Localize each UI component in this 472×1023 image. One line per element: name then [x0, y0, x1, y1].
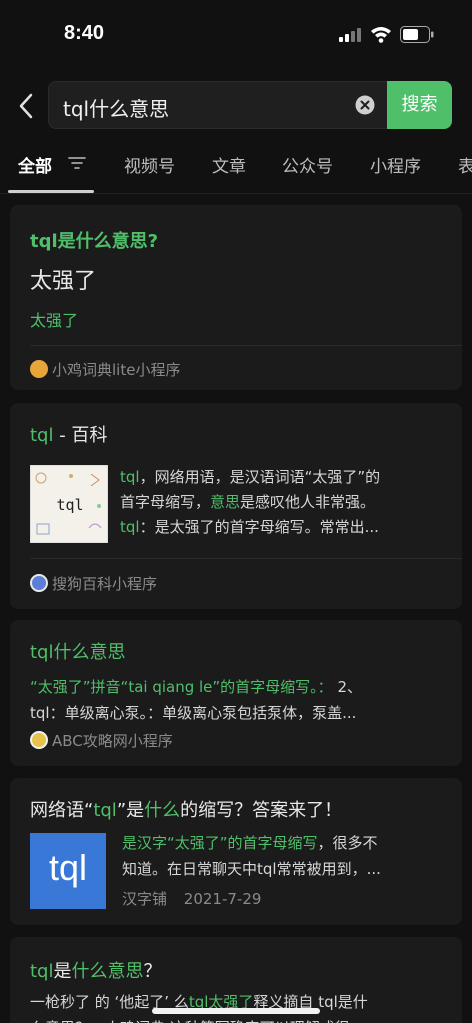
snippet-text: 首字母缩写， — [120, 493, 211, 511]
result-title[interactable]: tql是什么意思？ — [30, 957, 161, 983]
snippet-text: 知道。在日常聊天中tql常常被用到，... — [122, 860, 381, 878]
snippet-text: 么意思？ - 小鸡词典 这种简写确实可以理解成很 — [30, 1015, 460, 1023]
search-button[interactable]: 搜索 — [387, 81, 452, 129]
tab-official-accounts[interactable]: 公众号 — [282, 152, 333, 177]
tab-channels[interactable]: 视频号 — [124, 152, 175, 177]
snippet-highlight: tql — [120, 468, 140, 486]
divider — [30, 345, 462, 346]
source-label: 汉字铺 — [122, 890, 168, 908]
thumbnail-text: tql — [56, 496, 84, 514]
result-snippet: 是汉字“太强了”的首字母缩写，很多不 知道。在日常聊天中tql常常被用到，... — [122, 830, 457, 882]
filter-icon[interactable] — [68, 156, 86, 170]
active-tab-indicator — [8, 190, 94, 193]
snippet-highlight: “太强了”拼音“tai qiang le”的首字母缩写。： — [30, 678, 333, 696]
title-text: ？ — [143, 961, 162, 982]
clear-icon[interactable] — [355, 95, 375, 115]
encyclopedia-thumbnail: tql — [30, 465, 108, 543]
title-highlight: tql — [30, 961, 54, 982]
result-snippet: 一枪秒了 的 ‘他起了’ 么tql太强了释义摘自 tql是什 么意思？ - 小鸡… — [30, 989, 460, 1023]
result-source[interactable]: ABC攻略网小程序 — [30, 730, 173, 751]
result-source[interactable]: 汉字铺 2021-7-29 — [122, 888, 261, 909]
result-source[interactable]: 小鸡词典lite小程序 — [30, 359, 180, 380]
result-card-4[interactable]: 网络语“tql”是什么的缩写？答案来了！ tql 是汉字“太强了”的首字母缩写，… — [10, 778, 462, 925]
title-highlight: 什么意思 — [71, 961, 144, 982]
title-text: 的缩写？答案来了！ — [180, 800, 343, 821]
sogou-baike-icon — [30, 574, 48, 592]
title-rest: - 百科 — [53, 425, 108, 446]
cellular-signal-icon — [339, 28, 361, 42]
result-answer-sub: 太强了 — [30, 311, 79, 330]
tab-all[interactable]: 全部 — [18, 152, 52, 177]
snippet-text: 是感叹他人非常强。 — [240, 493, 376, 511]
snippet-highlight: 是汉字“太强了”的首字母缩写 — [122, 834, 318, 852]
source-label: 小鸡词典lite小程序 — [52, 361, 181, 379]
wifi-icon — [371, 27, 391, 43]
result-title[interactable]: tql - 百科 — [30, 421, 107, 447]
search-input-value[interactable]: tql什么意思 — [63, 93, 169, 122]
status-time: 8:40 — [64, 22, 105, 44]
tab-mini-programs[interactable]: 小程序 — [370, 152, 421, 177]
search-bar: tql什么意思 搜索 — [0, 81, 472, 131]
result-card-3[interactable]: tql什么意思 “太强了”拼音“tai qiang le”的首字母缩写。： 2、… — [10, 620, 462, 766]
result-snippet: tql，网络用语，是汉语词语“太强了”的 首字母缩写，意思是感叹他人非常强。 t… — [120, 465, 455, 540]
title-text: 是 — [53, 961, 72, 982]
title-highlight: tql — [30, 425, 54, 446]
result-card-1[interactable]: tql是什么意思? 太强了 太强了 小鸡词典lite小程序 — [10, 205, 462, 390]
title-highlight: tql — [93, 800, 117, 821]
result-title[interactable]: tql是什么意思? — [30, 227, 158, 253]
title-text: 网络语“ — [30, 800, 94, 821]
status-bar: 8:40 — [0, 0, 472, 70]
snippet-text: ：是太强了的首字母缩写。常常出... — [139, 518, 379, 536]
filter-tabs: 全部 视频号 文章 公众号 小程序 表 — [0, 148, 472, 194]
divider — [30, 558, 462, 559]
result-source[interactable]: 搜狗百科小程序 — [30, 573, 157, 594]
snippet-text: tql：单级离心泵。：单级离心泵包括泵体，泵盖... — [30, 704, 357, 722]
snippet-highlight: tql — [120, 518, 140, 536]
result-title[interactable]: 网络语“tql”是什么的缩写？答案来了！ — [30, 796, 342, 822]
snippet-text: ，网络用语，是汉语词语“太强了”的 — [139, 468, 381, 486]
tab-articles[interactable]: 文章 — [212, 152, 246, 177]
search-input[interactable]: tql什么意思 — [48, 81, 388, 129]
tab-more[interactable]: 表 — [458, 152, 472, 177]
chick-app-icon — [30, 360, 48, 378]
snippet-highlight: 意思 — [210, 493, 241, 511]
snippet-text: 2、 — [332, 678, 362, 696]
result-card-2[interactable]: tql - 百科 tql tql，网络用语，是汉语词语“太强了”的 首字母缩写，… — [10, 403, 462, 609]
snippet-text: ，很多不 — [317, 834, 378, 852]
battery-icon — [400, 26, 434, 43]
title-highlight: 什么 — [144, 800, 181, 821]
source-label: 搜狗百科小程序 — [52, 575, 158, 593]
thumbnail-text: tql — [48, 847, 88, 888]
source-label: ABC攻略网小程序 — [52, 732, 173, 750]
abc-guide-icon — [30, 731, 48, 749]
article-thumbnail: tql — [30, 833, 106, 909]
result-title[interactable]: tql什么意思 — [30, 638, 125, 664]
home-indicator[interactable] — [152, 1008, 320, 1014]
result-snippet: “太强了”拼音“tai qiang le”的首字母缩写。： 2、 tql：单级离… — [30, 674, 455, 726]
result-answer: 太强了 — [30, 269, 97, 294]
back-arrow-icon[interactable] — [16, 93, 36, 119]
title-text: ”是 — [116, 800, 145, 821]
result-date: 2021-7-29 — [183, 890, 262, 908]
